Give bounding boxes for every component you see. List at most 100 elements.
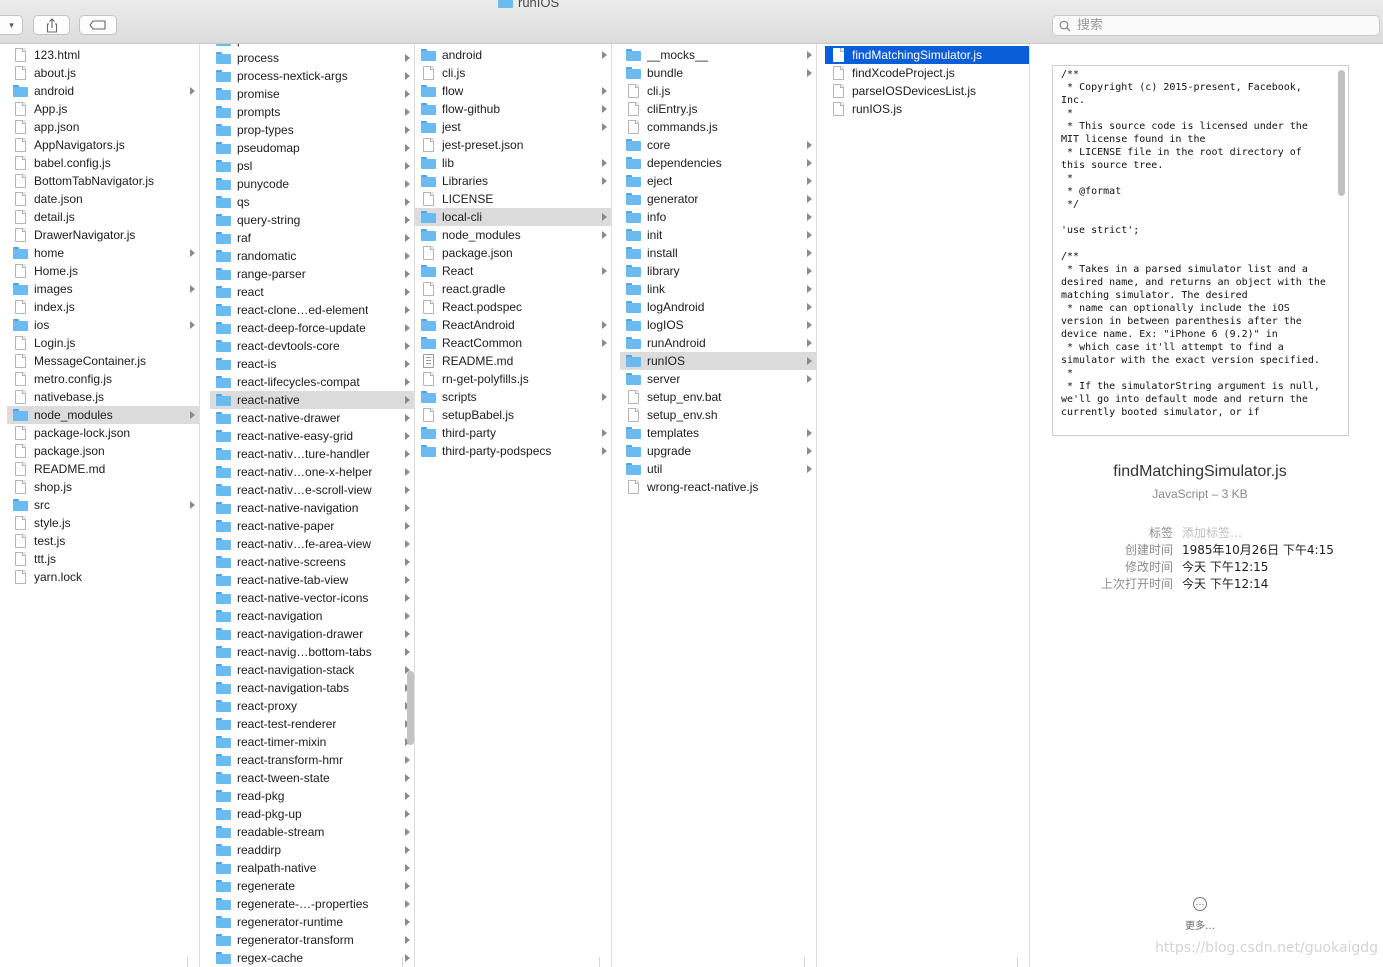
folder-item[interactable]: ios: [7, 316, 199, 334]
file-item[interactable]: nativebase.js: [7, 388, 199, 406]
file-item[interactable]: findXcodeProject.js: [825, 64, 1029, 82]
folder-item[interactable]: android: [7, 82, 199, 100]
file-item[interactable]: cli.js: [415, 64, 611, 82]
folder-item[interactable]: react-test-renderer: [210, 715, 414, 733]
folder-item[interactable]: react-navigation-stack: [210, 661, 414, 679]
folder-item[interactable]: prompts: [210, 103, 414, 121]
file-item[interactable]: React.podspec: [415, 298, 611, 316]
folder-item[interactable]: pseudomap: [210, 139, 414, 157]
code-preview[interactable]: /** * Copyright (c) 2015-present, Facebo…: [1052, 65, 1349, 436]
file-item[interactable]: LICENSE: [415, 190, 611, 208]
folder-item[interactable]: ReactCommon: [415, 334, 611, 352]
folder-item[interactable]: logIOS: [620, 316, 816, 334]
folder-item[interactable]: ReactAndroid: [415, 316, 611, 334]
folder-item[interactable]: query-string: [210, 211, 414, 229]
folder-item[interactable]: scripts: [415, 388, 611, 406]
folder-item[interactable]: qs: [210, 193, 414, 211]
file-item[interactable]: package.json: [415, 244, 611, 262]
file-item[interactable]: package-lock.json: [7, 424, 199, 442]
folder-item[interactable]: regenerate: [210, 877, 414, 895]
folder-item[interactable]: init: [620, 226, 816, 244]
folder-item[interactable]: regex-cache: [210, 949, 414, 967]
file-item[interactable]: commands.js: [620, 118, 816, 136]
folder-item[interactable]: read-pkg: [210, 787, 414, 805]
folder-item[interactable]: range-parser: [210, 265, 414, 283]
folder-item[interactable]: react-native: [210, 391, 414, 409]
file-item[interactable]: setup_env.bat: [620, 388, 816, 406]
folder-item[interactable]: react-nativ…ture-handler: [210, 445, 414, 463]
add-tags-field[interactable]: 添加标签…: [1182, 524, 1242, 541]
folder-item[interactable]: library: [620, 262, 816, 280]
folder-item[interactable]: read-pkg-up: [210, 805, 414, 823]
folder-item[interactable]: react-native-screens: [210, 553, 414, 571]
folder-item[interactable]: react-timer-mixin: [210, 733, 414, 751]
folder-item[interactable]: react-native-easy-grid: [210, 427, 414, 445]
folder-item[interactable]: dependencies: [620, 154, 816, 172]
file-item[interactable]: Home.js: [7, 262, 199, 280]
column-2[interactable]: private process process-nextick-args promis…: [210, 44, 415, 967]
file-item[interactable]: ttt.js: [7, 550, 199, 568]
file-item[interactable]: App.js: [7, 100, 199, 118]
folder-item[interactable]: upgrade: [620, 442, 816, 460]
file-item[interactable]: cliEntry.js: [620, 100, 816, 118]
file-item[interactable]: yarn.lock: [7, 568, 199, 586]
file-item[interactable]: DrawerNavigator.js: [7, 226, 199, 244]
folder-item[interactable]: process: [210, 49, 414, 67]
file-item[interactable]: MessageContainer.js: [7, 352, 199, 370]
folder-item[interactable]: readable-stream: [210, 823, 414, 841]
folder-item[interactable]: third-party: [415, 424, 611, 442]
file-item[interactable]: parseIOSDevicesList.js: [825, 82, 1029, 100]
column-resize-handle[interactable]: [599, 957, 611, 967]
folder-item[interactable]: react-native-vector-icons: [210, 589, 414, 607]
folder-item[interactable]: flow: [415, 82, 611, 100]
folder-item[interactable]: bundle: [620, 64, 816, 82]
file-item[interactable]: Login.js: [7, 334, 199, 352]
folder-item[interactable]: react-proxy: [210, 697, 414, 715]
file-item[interactable]: about.js: [7, 64, 199, 82]
search-field[interactable]: [1052, 15, 1380, 36]
folder-item[interactable]: react-lifecycles-compat: [210, 373, 414, 391]
folder-item[interactable]: home: [7, 244, 199, 262]
folder-item[interactable]: react-nativ…one-x-helper: [210, 463, 414, 481]
folder-item[interactable]: android: [415, 46, 611, 64]
vertical-scrollbar[interactable]: [407, 671, 414, 745]
folder-item[interactable]: process-nextick-args: [210, 67, 414, 85]
folder-item[interactable]: logAndroid: [620, 298, 816, 316]
folder-item[interactable]: react: [210, 283, 414, 301]
folder-item[interactable]: runIOS: [620, 352, 816, 370]
folder-item[interactable]: local-cli: [415, 208, 611, 226]
folder-item[interactable]: react-clone…ed-element: [210, 301, 414, 319]
column-1[interactable]: 123.html about.js android App.js app.json App…: [7, 44, 200, 967]
folder-item[interactable]: lib: [415, 154, 611, 172]
folder-item[interactable]: react-native-navigation: [210, 499, 414, 517]
column-resize-handle[interactable]: [187, 957, 199, 967]
tags-button[interactable]: [79, 15, 117, 35]
folder-item[interactable]: regenerator-transform: [210, 931, 414, 949]
folder-item[interactable]: react-native-drawer: [210, 409, 414, 427]
folder-item[interactable]: node_modules: [7, 406, 199, 424]
folder-item[interactable]: flow-github: [415, 100, 611, 118]
file-item[interactable]: metro.config.js: [7, 370, 199, 388]
file-item[interactable]: runIOS.js: [825, 100, 1029, 118]
folder-item[interactable]: install: [620, 244, 816, 262]
view-options-button[interactable]: ▾: [0, 15, 23, 35]
folder-item[interactable]: info: [620, 208, 816, 226]
folder-item[interactable]: react-navig…bottom-tabs: [210, 643, 414, 661]
folder-item[interactable]: realpath-native: [210, 859, 414, 877]
folder-item[interactable]: readdirp: [210, 841, 414, 859]
file-item[interactable]: date.json: [7, 190, 199, 208]
file-item[interactable]: shop.js: [7, 478, 199, 496]
folder-item[interactable]: link: [620, 280, 816, 298]
file-item[interactable]: 123.html: [7, 46, 199, 64]
folder-item[interactable]: React: [415, 262, 611, 280]
folder-item[interactable]: server: [620, 370, 816, 388]
folder-item[interactable]: react-is: [210, 355, 414, 373]
folder-item[interactable]: react-nativ…fe-area-view: [210, 535, 414, 553]
folder-item[interactable]: prop-types: [210, 121, 414, 139]
file-item[interactable]: findMatchingSimulator.js: [825, 46, 1029, 64]
folder-item[interactable]: runAndroid: [620, 334, 816, 352]
file-item[interactable]: README.md: [415, 352, 611, 370]
code-preview-scrollbar[interactable]: [1338, 70, 1345, 196]
folder-item[interactable]: eject: [620, 172, 816, 190]
file-item[interactable]: babel.config.js: [7, 154, 199, 172]
